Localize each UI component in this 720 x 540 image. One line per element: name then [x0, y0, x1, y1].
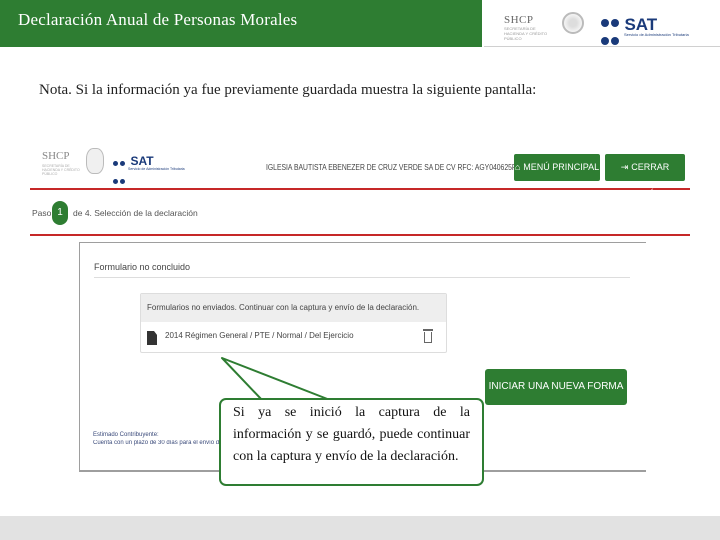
home-icon: ⌂	[514, 162, 521, 172]
coat-of-arms-icon	[562, 12, 584, 34]
app-coat-of-arms-icon	[86, 148, 104, 174]
sat-logo: SAT Servicio de Administración Tributari…	[600, 15, 689, 45]
slide-title: Declaración Anual de Personas Morales	[18, 10, 298, 29]
step-prefix: Paso	[32, 208, 52, 218]
logout-label: CERRAR SESIÓN	[627, 162, 670, 199]
app-sat-logo: SAT Servicio de Administración Tributari…	[112, 152, 185, 184]
main-menu-label: MENÚ PRINCIPAL	[523, 162, 600, 172]
panel-title: Formulario no concluido	[94, 262, 191, 272]
start-new-form-button[interactable]: INICIAR UNA NUEVA FORMA	[485, 369, 627, 405]
note-text: Nota. Si la información ya fue previamen…	[39, 82, 537, 98]
step-indicator: Paso 1 de 4. Selección de la declaración	[30, 201, 690, 236]
header-logos: SHCP SECRETARÍA DE HACIENDA Y CRÉDITO PÚ…	[484, 0, 720, 47]
app-shcp-logo: SHCP	[42, 150, 70, 162]
unsent-forms-box: Formularios no enviados. Continuar con l…	[140, 293, 447, 353]
footer-greeting: Estimado Contribuyente:	[93, 432, 159, 438]
app-sat-dots-icon	[112, 154, 126, 184]
footer-band	[0, 516, 720, 540]
sat-dots-icon	[600, 15, 620, 45]
callout-text: Si ya se inició la captura de la informa…	[233, 405, 470, 464]
step-text: de 4. Selección de la declaración	[73, 208, 198, 218]
unsent-form-row[interactable]: 2014 Régimen General / PTE / Normal / De…	[141, 322, 446, 353]
unsent-form-label[interactable]: 2014 Régimen General / PTE / Normal / De…	[165, 331, 354, 340]
app-shcp-subtitle: SECRETARÍA DE HACIENDA Y CRÉDITO PÚBLICO	[42, 164, 80, 176]
logout-button[interactable]: ⇥ CERRAR SESIÓN	[605, 154, 685, 199]
shcp-logo: SHCP SECRETARÍA DE HACIENDA Y CRÉDITO PÚ…	[504, 14, 552, 41]
main-menu-button[interactable]: ⌂ MENÚ PRINCIPAL	[514, 154, 600, 181]
sat-logo-subtitle: Servicio de Administración Tributaria	[624, 32, 689, 37]
taxpayer-name: IGLESIA BAUTISTA EBENEZER DE CRUZ VERDE …	[266, 162, 521, 172]
shcp-logo-subtitle: SECRETARÍA DE HACIENDA Y CRÉDITO PÚBLICO	[504, 26, 548, 41]
app-top-bar: SHCP SECRETARÍA DE HACIENDA Y CRÉDITO PÚ…	[30, 142, 690, 199]
document-icon	[147, 331, 157, 345]
shcp-logo-text: SHCP	[504, 14, 534, 26]
app-sat-subtitle: Servicio de Administración Tributaria	[128, 167, 185, 171]
logout-icon: ⇥	[620, 162, 629, 172]
trash-icon[interactable]	[423, 329, 433, 344]
unsent-forms-header: Formularios no enviados. Continuar con l…	[141, 294, 446, 322]
callout-box: Si ya se inició la captura de la informa…	[219, 398, 484, 486]
slide-header: Declaración Anual de Personas Morales	[0, 0, 482, 47]
step-number-badge: 1	[52, 201, 68, 225]
app-sat-logo-text: SAT	[130, 153, 154, 168]
panel-divider	[94, 277, 630, 278]
